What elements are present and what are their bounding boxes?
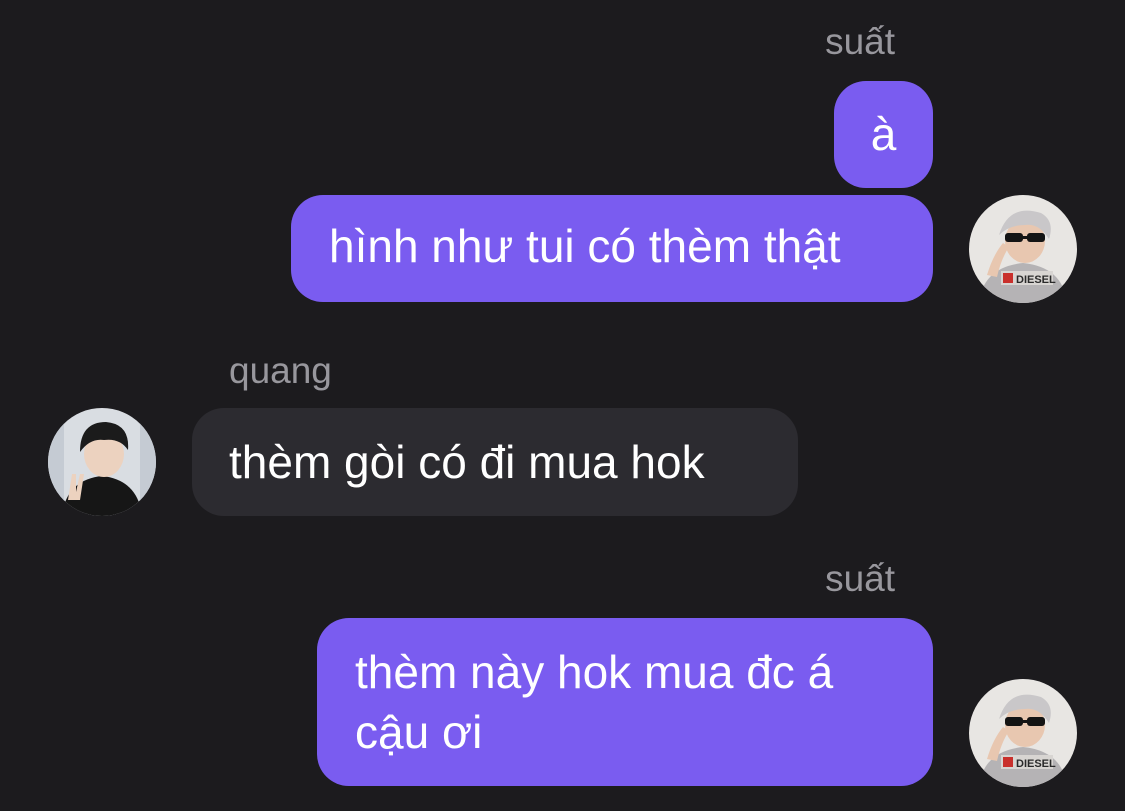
chat-thread: suất à hình như tui có thèm thật DIESEL … <box>0 0 1125 811</box>
message-bubble-outgoing[interactable]: hình như tui có thèm thật <box>291 195 933 302</box>
message-bubble-outgoing[interactable]: à <box>834 81 933 188</box>
avatar-suat[interactable]: DIESEL <box>969 679 1077 787</box>
user-avatar-photo-icon: DIESEL <box>969 679 1077 787</box>
sender-name: suất <box>825 558 895 599</box>
user-avatar-photo-icon <box>48 408 156 516</box>
shirt-logo: DIESEL <box>1016 274 1056 286</box>
user-avatar-photo-icon: DIESEL <box>969 195 1077 303</box>
avatar-quang[interactable] <box>48 408 156 516</box>
avatar-suat[interactable]: DIESEL <box>969 195 1077 303</box>
message-bubble-incoming[interactable]: thèm gòi có đi mua hok <box>192 408 798 516</box>
message-bubble-outgoing[interactable]: thèm này hok mua đc á cậu ơi <box>317 618 933 786</box>
sender-name: suất <box>825 21 895 62</box>
sender-name: quang <box>229 350 332 391</box>
shirt-logo: DIESEL <box>1016 758 1056 770</box>
